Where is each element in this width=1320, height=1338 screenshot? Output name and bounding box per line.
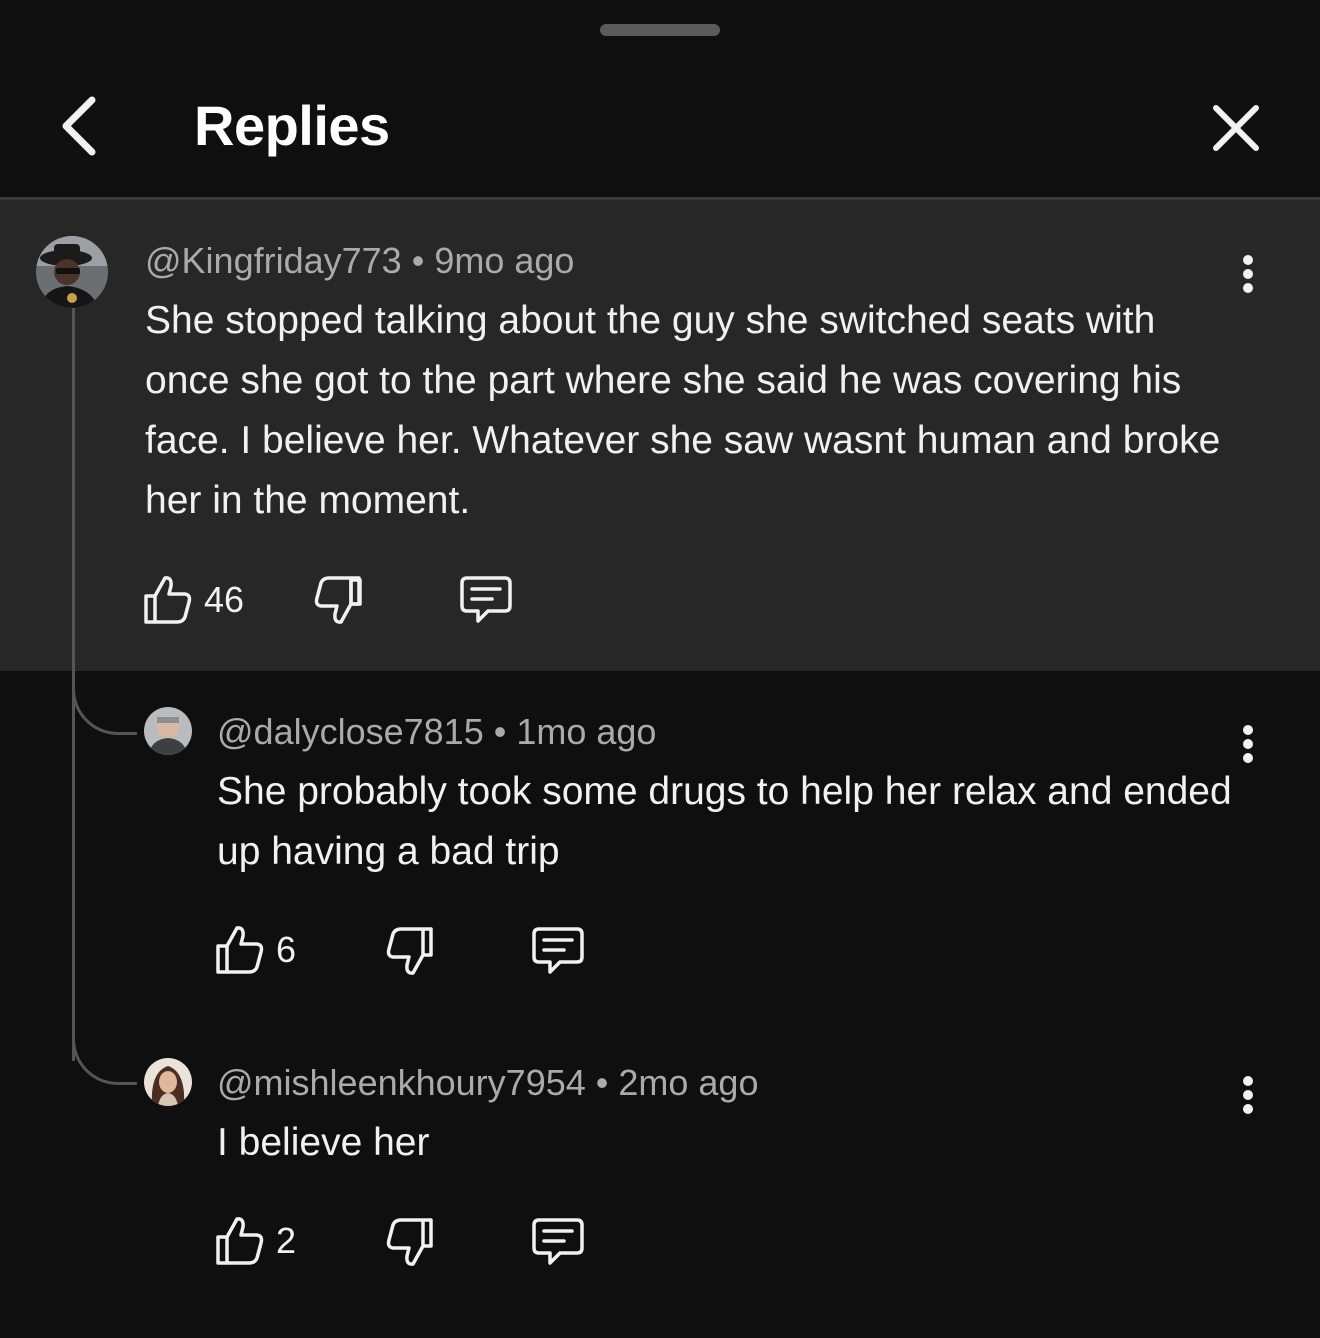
meta-separator: •	[595, 1062, 609, 1103]
reply-icon	[532, 1218, 584, 1265]
more-options-button[interactable]	[1233, 722, 1263, 770]
comment-time: 1mo ago	[516, 711, 657, 752]
dislike-button[interactable]	[384, 925, 436, 979]
more-options-button[interactable]	[1233, 1073, 1263, 1121]
thread-line	[72, 306, 75, 1061]
meta-separator: •	[493, 711, 507, 752]
like-button[interactable]	[214, 922, 266, 976]
avatar-image	[144, 1058, 192, 1106]
thumbs-down-icon	[386, 927, 433, 975]
like-button[interactable]	[142, 572, 194, 626]
thumbs-up-icon	[216, 926, 264, 974]
avatar[interactable]	[144, 1058, 192, 1106]
comment-time: 9mo ago	[434, 240, 575, 281]
comment-text: She probably took some drugs to help her…	[217, 770, 1232, 873]
thumbs-down-icon	[386, 1218, 433, 1266]
reply-button[interactable]	[458, 574, 514, 628]
like-count: 46	[204, 579, 245, 620]
thread-connector	[72, 686, 137, 735]
chevron-left-icon	[62, 96, 96, 156]
comment-time: 2mo ago	[618, 1062, 759, 1103]
reply-button[interactable]	[530, 925, 586, 979]
comment-text: She stopped talking about the guy she sw…	[145, 299, 1221, 522]
author-name[interactable]: @dalyclose7815	[217, 711, 484, 752]
comment-meta: @mishleenkhoury7954 • 2mo ago	[217, 1061, 758, 1105]
reply-icon	[460, 576, 512, 623]
more-vertical-icon	[1233, 255, 1263, 293]
thread-connector	[72, 1036, 137, 1085]
reply-button[interactable]	[530, 1216, 586, 1270]
avatar[interactable]	[144, 707, 192, 755]
avatar-image	[36, 236, 108, 308]
comment-text: I believe her	[217, 1121, 430, 1164]
avatar[interactable]	[36, 236, 108, 308]
comment-meta: @dalyclose7815 • 1mo ago	[217, 710, 656, 754]
meta-separator: •	[411, 240, 425, 281]
thumbs-up-icon	[144, 576, 192, 624]
more-vertical-icon	[1233, 725, 1263, 763]
author-name[interactable]: @Kingfriday773	[145, 240, 402, 281]
drag-handle[interactable]	[600, 24, 720, 36]
thumbs-down-icon	[314, 576, 362, 624]
like-button[interactable]	[214, 1213, 266, 1267]
avatar-image	[144, 707, 192, 755]
dislike-button[interactable]	[312, 574, 364, 628]
more-vertical-icon	[1233, 1076, 1263, 1114]
reply-icon	[532, 927, 584, 974]
like-count: 6	[276, 929, 297, 970]
close-icon	[1213, 105, 1259, 151]
author-name[interactable]: @mishleenkhoury7954	[217, 1062, 586, 1103]
back-button[interactable]	[52, 92, 112, 162]
comment-meta: @Kingfriday773 • 9mo ago	[145, 239, 574, 283]
thumbs-up-icon	[216, 1217, 264, 1265]
dislike-button[interactable]	[384, 1216, 436, 1270]
like-count: 2	[276, 1220, 297, 1261]
close-button[interactable]	[1204, 98, 1268, 162]
replies-sheet: Replies @Kingfriday773 • 9mo ago She stopp…	[0, 0, 1320, 1338]
page-title: Replies	[194, 94, 390, 157]
sheet-header: Replies	[0, 48, 1320, 198]
